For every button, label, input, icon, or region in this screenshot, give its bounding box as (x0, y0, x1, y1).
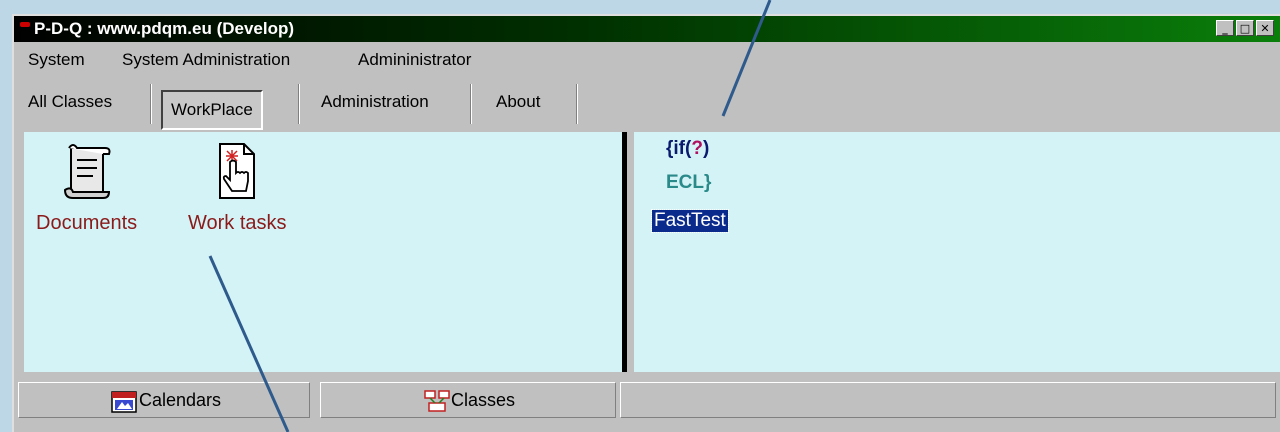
tab-all-classes[interactable]: All Classes (28, 82, 112, 122)
window-title: P-D-Q : www.pdqm.eu (Develop) (34, 19, 295, 38)
calendar-icon (111, 391, 137, 413)
logo-line-2: ECL} (666, 172, 712, 193)
classes-icon (424, 390, 450, 412)
fasttest-item[interactable]: FastTest (651, 209, 729, 233)
pane-divider[interactable] (622, 132, 627, 372)
status-bar: Calendars Classes (14, 380, 1280, 420)
minimize-button[interactable]: _ (1216, 20, 1234, 36)
work-tasks-item[interactable]: Work tasks (188, 140, 287, 235)
close-button[interactable]: ✕ (1256, 20, 1274, 36)
right-pane: {if(?) ECL} FastTest (634, 132, 1280, 372)
calendars-button[interactable]: Calendars (18, 382, 310, 418)
logo-suffix: ) (702, 138, 710, 159)
menu-administrator[interactable]: Admininistrator (358, 50, 471, 70)
tab-separator (470, 84, 472, 124)
tab-workplace[interactable]: WorkPlace (161, 90, 263, 130)
logo-prefix: {if( (666, 138, 692, 159)
menu-system-administration[interactable]: System Administration (122, 50, 290, 70)
page-hand-pointer-icon (219, 143, 256, 199)
logo-line-1: {if(?) (666, 138, 709, 160)
documents-item[interactable]: Documents (36, 140, 137, 235)
scroll-document-icon (63, 144, 111, 199)
work-tasks-label: Work tasks (188, 212, 287, 234)
menu-system[interactable]: System (28, 50, 85, 70)
status-panel-empty (620, 382, 1276, 418)
calendars-label: Calendars (139, 390, 222, 410)
title-bar[interactable]: P-D-Q : www.pdqm.eu (Develop) _ □ ✕ (14, 16, 1280, 42)
logo-question: ? (691, 138, 703, 159)
tab-administration[interactable]: Administration (321, 82, 429, 122)
classes-button[interactable]: Classes (320, 382, 616, 418)
tab-separator (298, 84, 300, 124)
app-icon (20, 22, 30, 27)
app-window: P-D-Q : www.pdqm.eu (Develop) _ □ ✕ Syst… (12, 14, 1280, 432)
tab-separator (576, 84, 578, 124)
classes-label: Classes (451, 390, 516, 410)
workplace-pane: Documents Work tasks (24, 132, 624, 372)
window-controls: _ □ ✕ (1216, 20, 1274, 38)
documents-label: Documents (36, 212, 138, 234)
maximize-button[interactable]: □ (1236, 20, 1254, 36)
tab-about[interactable]: About (496, 82, 540, 122)
tab-separator (150, 84, 152, 124)
